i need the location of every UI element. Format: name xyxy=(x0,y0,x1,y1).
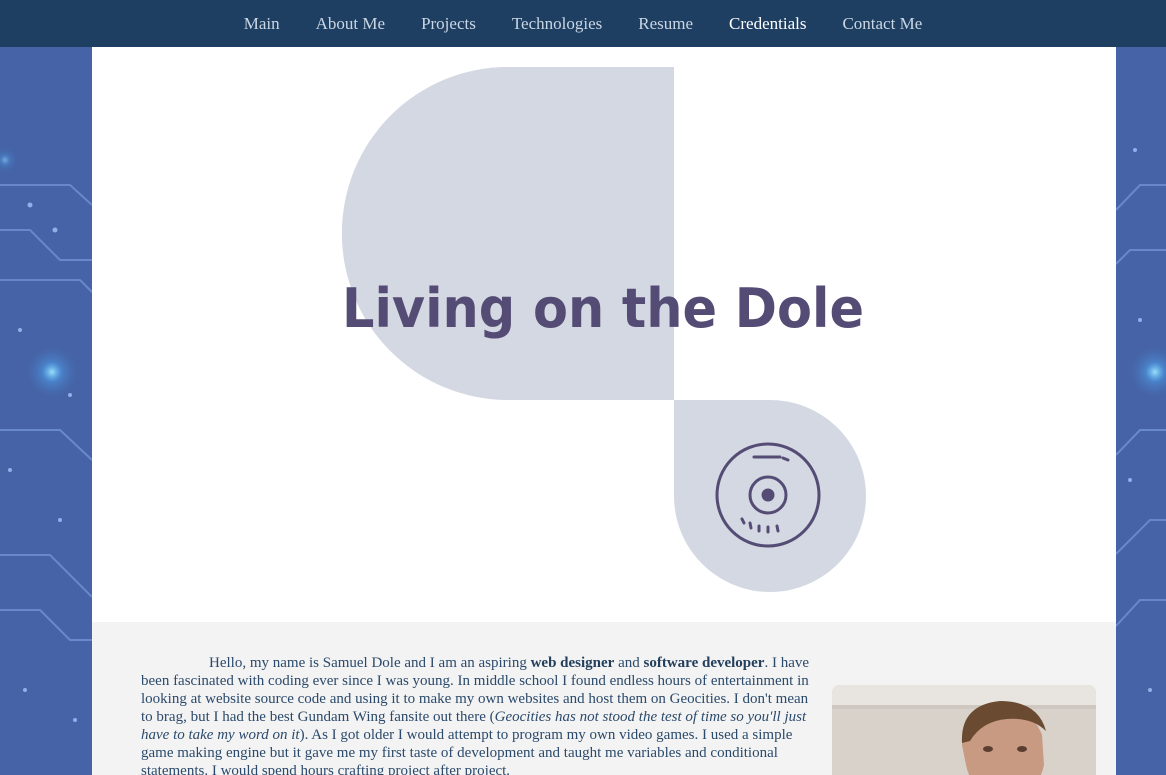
bio-highlight-web-designer: web designer xyxy=(530,655,615,671)
nav-link-technologies[interactable]: Technologies xyxy=(512,14,602,34)
logo-text: Living on the Dole xyxy=(342,277,864,340)
nav-link-resume[interactable]: Resume xyxy=(638,14,693,34)
nav-link-contact-me[interactable]: Contact Me xyxy=(842,14,922,34)
bio-text-1: Hello, my name is Samuel Dole and I am a… xyxy=(209,655,531,671)
bio-highlight-software-developer: software developer xyxy=(643,655,765,671)
bio-text-2: and xyxy=(614,655,644,671)
main-panel: Living on the Dole Hello, my name is Sam… xyxy=(92,47,1116,775)
nav-link-main[interactable]: Main xyxy=(244,14,280,34)
nav-link-credentials[interactable]: Credentials xyxy=(729,14,806,34)
about-section: Hello, my name is Samuel Dole and I am a… xyxy=(92,622,1116,775)
portrait-photo xyxy=(832,685,1096,775)
site-logo: Living on the Dole xyxy=(341,67,866,592)
profile-photo xyxy=(832,685,1096,775)
nav-link-about-me[interactable]: About Me xyxy=(316,14,385,34)
logo-top-drop-body xyxy=(341,67,674,400)
bio-paragraph: Hello, my name is Samuel Dole and I am a… xyxy=(141,654,817,775)
top-nav: Main About Me Projects Technologies Resu… xyxy=(0,0,1166,47)
nav-link-projects[interactable]: Projects xyxy=(421,14,476,34)
